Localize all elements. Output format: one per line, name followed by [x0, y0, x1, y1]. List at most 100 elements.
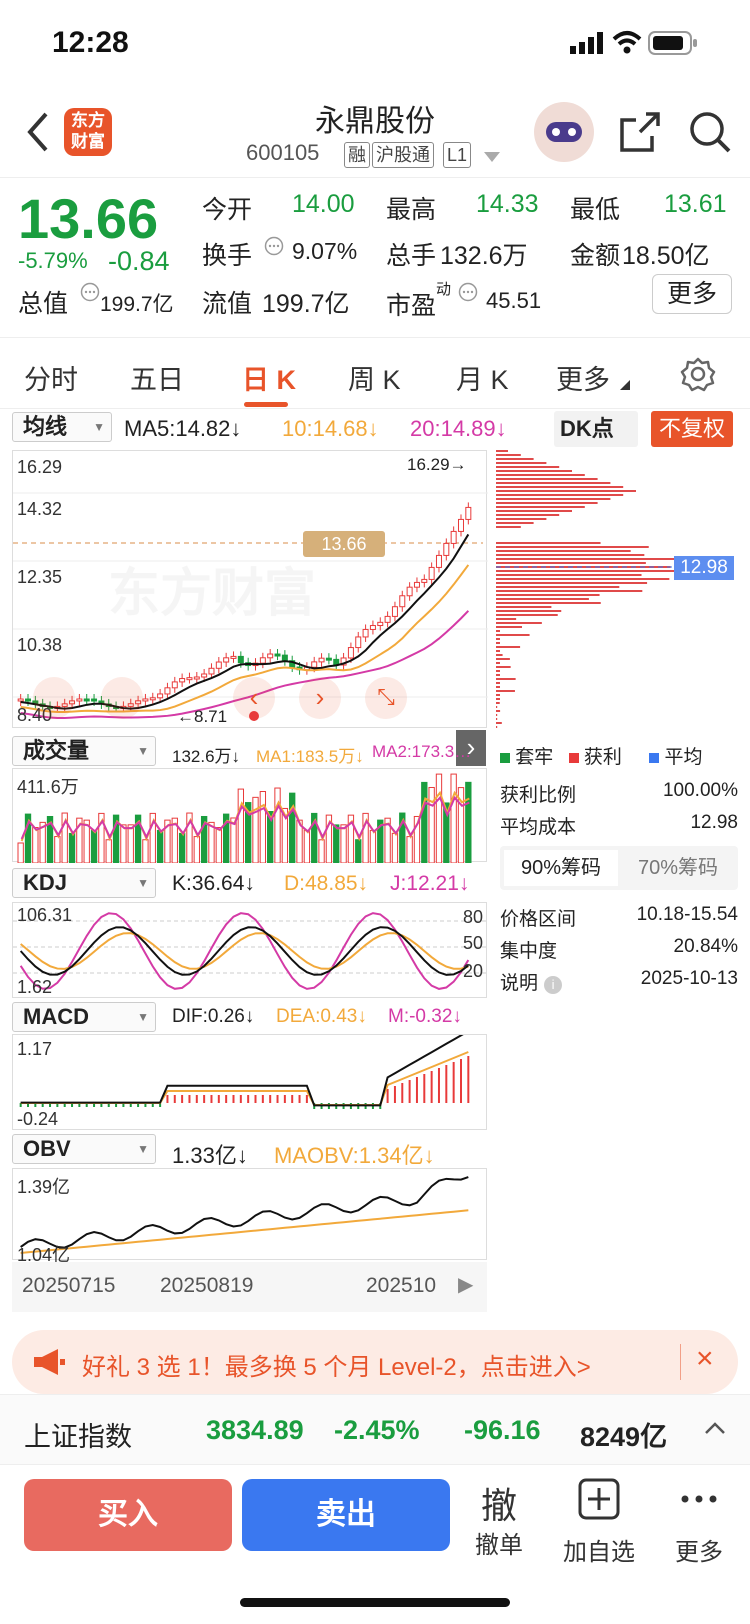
candle [399, 595, 406, 608]
sell-button[interactable]: 卖出 [242, 1479, 450, 1551]
candle [164, 687, 171, 695]
avg-cost-label: 平均成本 [500, 817, 577, 838]
chip-bar [496, 666, 511, 668]
high-value: 14.33 [476, 190, 539, 218]
battery-icon [648, 31, 697, 55]
candle [149, 697, 156, 701]
info-icon[interactable] [458, 282, 478, 302]
close-icon[interactable]: × [696, 1342, 714, 1376]
kdj-select[interactable]: KDJ ▼ [12, 868, 156, 898]
active-tab-indicator [244, 402, 288, 407]
note-date: 2025-10-13 [640, 968, 738, 989]
chip-bar [496, 562, 646, 564]
more-button[interactable]: 更多 [652, 274, 732, 314]
obv-select[interactable]: OBV ▼ [12, 1134, 156, 1164]
tab-weekly-k[interactable]: 周 K [348, 358, 401, 397]
volume-select-label: 成交量 [23, 738, 90, 763]
candle [259, 657, 266, 664]
volume-bar [428, 786, 435, 863]
tab-more[interactable]: 更多 [556, 358, 610, 397]
legend-green-swatch [500, 753, 510, 763]
candle [347, 647, 354, 659]
info-icon[interactable] [80, 282, 100, 302]
volume-value: 132.6万 [440, 242, 528, 270]
ma5-value: MA5:14.82↓ [124, 416, 242, 441]
fullscreen-icon[interactable]: ⤡ [365, 677, 407, 719]
candle [465, 506, 472, 520]
legend-average: 平均 [664, 747, 703, 768]
buy-button[interactable]: 买入 [24, 1479, 232, 1551]
kline-panel[interactable]: 东方财富 16.29 14.32 12.35 10.38 8.40 16.29→… [12, 450, 488, 728]
volume-label: 总手 [386, 242, 437, 270]
search-icon[interactable] [688, 110, 732, 154]
chip-bar [496, 662, 500, 664]
ma-select[interactable]: 均线 ▼ [12, 412, 112, 442]
signal-icon [570, 32, 603, 54]
chip-bar [496, 674, 500, 676]
info-icon[interactable]: i [544, 976, 563, 994]
tab-chip-90[interactable]: 90%筹码 [504, 850, 618, 886]
candle [281, 654, 288, 662]
zoom-in-icon[interactable] [101, 677, 143, 719]
chip-bar [496, 458, 534, 460]
share-icon[interactable] [618, 110, 662, 154]
chip-bar [496, 650, 500, 652]
index-change: -96.16 [464, 1415, 541, 1445]
macd-select[interactable]: MACD ▼ [12, 1002, 156, 1032]
no-adjust-button[interactable]: 不复权 [651, 411, 733, 447]
dk-point-button[interactable]: DK点 [554, 411, 638, 447]
volume-bar [406, 836, 413, 863]
next-icon[interactable]: › [299, 677, 341, 719]
chip-bar [496, 682, 500, 684]
tab-chip-70[interactable]: 70%筹码 [622, 850, 734, 886]
promo-banner[interactable]: 好礼 3 选 1！最多换 5 个月 Level-2，点击进入> × [12, 1330, 738, 1394]
note-row: 说明 i 2025-10-13 [500, 968, 738, 995]
kdj-level-50: 50 [463, 933, 484, 953]
macd-m: M:-0.32↓ [388, 1006, 462, 1027]
tab-monthly-k[interactable]: 月 K [456, 358, 509, 397]
index-bar[interactable]: 上证指数 3834.89 -2.45% -96.16 8249亿 [0, 1394, 750, 1464]
profit-ratio-row: 获利比例 100.00% [500, 780, 738, 807]
index-pct: -2.45% [334, 1415, 420, 1445]
candle [362, 628, 369, 638]
volume-select[interactable]: 成交量 ▼ [12, 736, 156, 766]
chip-bar [496, 550, 631, 552]
y-label-1: 16.29 [17, 457, 63, 477]
settings-gear-icon[interactable] [680, 356, 716, 392]
scroll-right-icon[interactable]: ▶ [458, 1272, 473, 1297]
tab-five-day[interactable]: 五日 [130, 358, 184, 397]
amount-label: 金额 [570, 242, 621, 270]
pe-label: 市盈 [386, 292, 437, 320]
low-value: 13.61 [664, 190, 727, 218]
kdj-panel: 106.31 1.62 80 50 20 [12, 902, 488, 998]
zoom-out-icon[interactable] [33, 677, 75, 719]
candle [186, 677, 193, 681]
more-actions-button[interactable]: 更多 [654, 1477, 744, 1567]
candle [318, 657, 325, 663]
add-watchlist-label: 加自选 [563, 1539, 635, 1566]
dropdown-icon[interactable] [484, 152, 500, 162]
dk-point-marker [249, 711, 259, 721]
chip-bar [496, 614, 558, 616]
y-label-2: 14.32 [17, 499, 63, 519]
cancel-order-button[interactable]: 撤 撤单 [454, 1477, 544, 1560]
volume-bar [193, 836, 200, 863]
info-icon[interactable] [264, 236, 284, 256]
tab-daily-k[interactable]: 日 K [242, 358, 296, 397]
volume-bar [32, 827, 39, 863]
candle [274, 653, 281, 657]
kdj-select-label: KDJ [23, 870, 68, 895]
chip-bar [496, 474, 585, 476]
concentration-label: 集中度 [500, 941, 558, 962]
change-pct: -5.79% [18, 248, 88, 273]
chip-bar [496, 686, 500, 688]
date-axis[interactable]: 20250715 20250819 202510 ▶ [12, 1262, 487, 1312]
tab-intraday[interactable]: 分时 [24, 358, 78, 397]
candle [311, 661, 318, 668]
add-watchlist-button[interactable]: 加自选 [554, 1477, 644, 1567]
chip-bar [496, 678, 516, 680]
robot-avatar-icon[interactable] [534, 102, 594, 162]
range-row: 价格区间 10.18-15.54 [500, 904, 738, 931]
chevron-up-icon[interactable] [704, 1421, 726, 1435]
chip-bar [496, 470, 572, 472]
